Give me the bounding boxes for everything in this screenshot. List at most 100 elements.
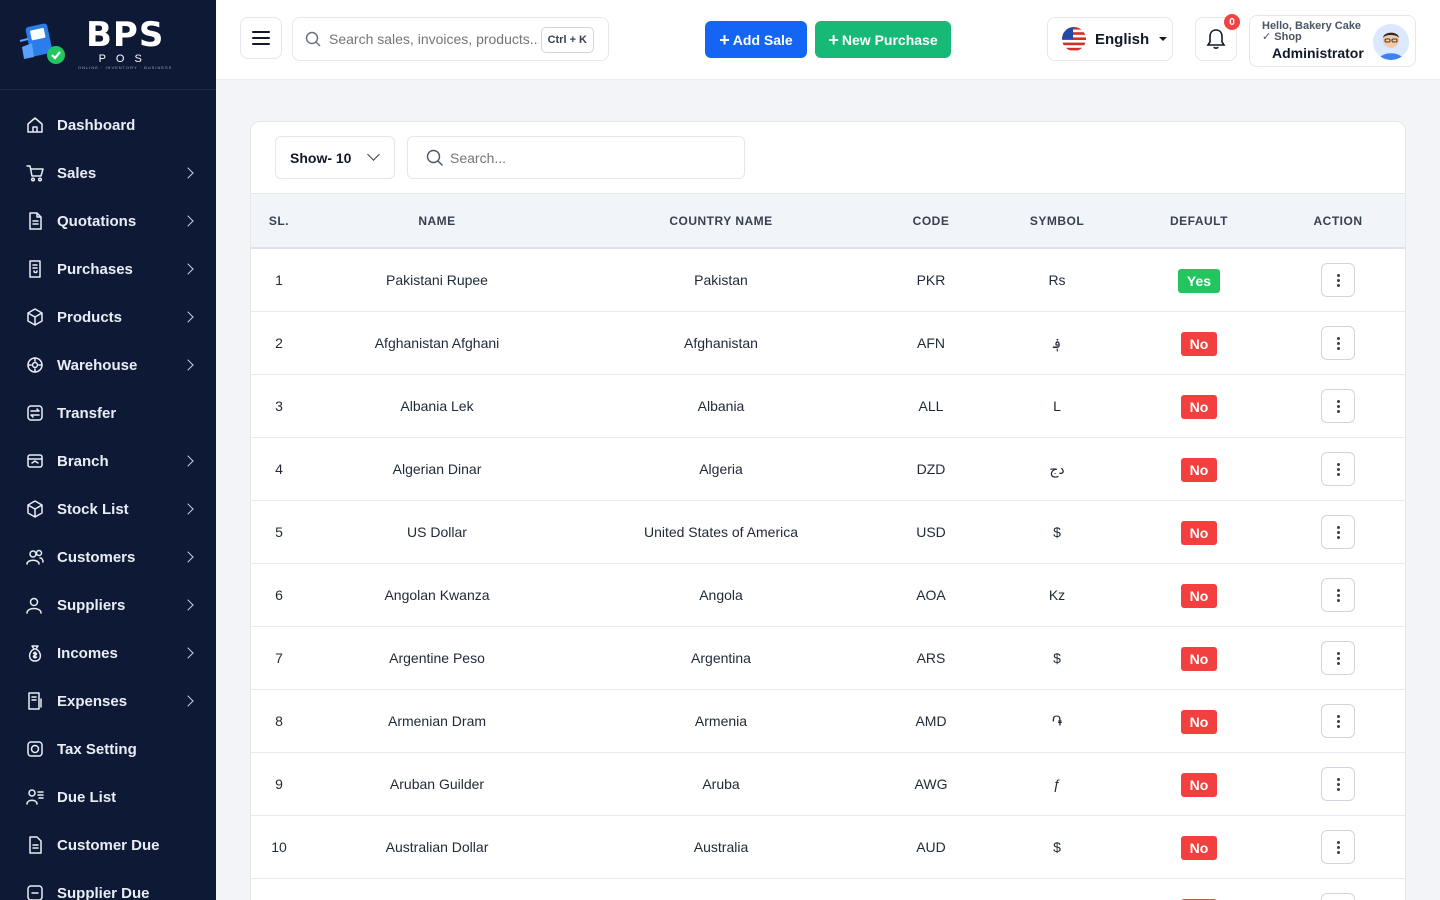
cell-symbol: Rs	[1048, 272, 1066, 288]
table-row: 5 US Dollar United States of America USD $ No	[251, 501, 1405, 564]
chevron-right-icon	[182, 263, 194, 275]
sidebar-item-customer-due[interactable]: Customer Due	[0, 821, 216, 869]
cell-code: AWG	[914, 776, 948, 792]
default-badge: No	[1180, 710, 1218, 735]
kebab-dot-icon	[1336, 651, 1340, 655]
caret-down-icon	[1159, 37, 1168, 41]
global-search: Ctrl + K	[292, 17, 609, 61]
sidebar-item-tax-setting[interactable]: Tax Setting	[0, 725, 216, 773]
sidebar-item-stock-list[interactable]: Stock List	[0, 485, 216, 533]
page-size-select[interactable]: Show- 10	[275, 136, 395, 179]
user-menu[interactable]: Hello, Bakery Cake ✓ Shop Administrator	[1249, 15, 1416, 67]
cell-name: Australian Dollar	[385, 839, 489, 855]
sidebar-item-branch[interactable]: Branch	[0, 437, 216, 485]
row-action-button[interactable]	[1321, 704, 1355, 738]
sidebar-item-incomes[interactable]: Incomes	[0, 629, 216, 677]
sidebar-item-label: Customer Due	[57, 836, 160, 854]
sidebar-item-dashboard[interactable]: Dashboard	[0, 101, 216, 149]
kebab-dot-icon	[1336, 399, 1340, 403]
row-action-button[interactable]	[1321, 389, 1355, 423]
cell-name: Afghanistan Afghani	[374, 335, 500, 351]
sidebar-item-warehouse[interactable]: Warehouse	[0, 341, 216, 389]
sidebar-item-products[interactable]: Products	[0, 293, 216, 341]
sidebar-item-sales[interactable]: Sales	[0, 149, 216, 197]
cell-country: Australia	[693, 839, 749, 855]
kebab-dot-icon	[1336, 593, 1340, 597]
sidebar-item-purchases[interactable]: Purchases	[0, 245, 216, 293]
table-row: 2 Afghanistan Afghani Afghanistan AFN ؋ No	[251, 312, 1405, 375]
cell-sl: 1	[275, 272, 283, 288]
sidebar-item-supplier-due[interactable]: Supplier Due	[0, 869, 216, 900]
sidebar-item-label: Supplier Due	[57, 884, 150, 900]
language-selector[interactable]: English	[1047, 17, 1173, 61]
kebab-dot-icon	[1336, 336, 1340, 340]
kebab-dot-icon	[1336, 472, 1340, 476]
sidebar-item-label: Branch	[57, 452, 109, 470]
cart-icon	[25, 163, 45, 183]
cell-default: No	[1149, 690, 1249, 753]
kebab-dot-icon	[1336, 535, 1340, 539]
row-action-button[interactable]	[1321, 893, 1355, 900]
chevron-right-icon	[182, 215, 194, 227]
home-icon	[25, 115, 45, 135]
language-label: English	[1095, 30, 1150, 48]
notification-count: 0	[1224, 14, 1240, 30]
sidebar-item-label: Customers	[57, 548, 136, 566]
menu-toggle-button[interactable]	[240, 17, 282, 59]
cell-code: AFN	[917, 335, 945, 351]
kebab-dot-icon	[1336, 845, 1340, 849]
column-header-country[interactable]: COUNTRY NAME	[601, 194, 841, 248]
cell-default: No	[1149, 879, 1249, 900]
cell-default: No	[1149, 627, 1249, 690]
shortcut-hint: Ctrl + K	[540, 27, 594, 53]
row-action-button[interactable]	[1321, 515, 1355, 549]
chevron-right-icon	[182, 503, 194, 515]
cell-code: AOA	[916, 587, 946, 603]
row-action-button[interactable]	[1321, 578, 1355, 612]
kebab-dot-icon	[1336, 782, 1340, 786]
row-action-button[interactable]	[1321, 641, 1355, 675]
users-icon	[25, 547, 45, 567]
column-header-default[interactable]: DEFAULT	[1149, 194, 1249, 248]
row-action-button[interactable]	[1321, 326, 1355, 360]
branch-icon	[25, 451, 45, 471]
add-sale-button[interactable]: + Add Sale	[705, 21, 807, 58]
expense-icon	[25, 691, 45, 711]
chevron-right-icon	[182, 647, 194, 659]
cell-country: Afghanistan	[684, 335, 758, 351]
add-sale-label: Add Sale	[732, 31, 793, 48]
table-body: 1 Pakistani Rupee Pakistan PKR Rs Yes 2 Afghani…	[251, 249, 1405, 900]
cell-name: Pakistani Rupee	[386, 272, 488, 288]
sidebar-item-label: Due List	[57, 788, 117, 806]
cell-symbol	[1007, 879, 1107, 900]
sidebar-item-label: Tax Setting	[57, 740, 137, 758]
global-search-input[interactable]	[329, 31, 539, 47]
kebab-dot-icon	[1336, 787, 1340, 791]
row-action-button[interactable]	[1321, 452, 1355, 486]
cell-name: US Dollar	[407, 524, 467, 540]
chevron-right-icon	[182, 551, 194, 563]
sidebar-item-expenses[interactable]: Expenses	[0, 677, 216, 725]
sidebar-item-customers[interactable]: Customers	[0, 533, 216, 581]
new-purchase-button[interactable]: + New Purchase	[815, 21, 951, 58]
sidebar-item-due-list[interactable]: Due List	[0, 773, 216, 821]
column-header-sl[interactable]: SL.	[251, 194, 307, 248]
row-action-button[interactable]	[1321, 830, 1355, 864]
sidebar-item-quotations[interactable]: Quotations	[0, 197, 216, 245]
kebab-dot-icon	[1336, 719, 1340, 723]
column-header-symbol[interactable]: SYMBOL	[1007, 194, 1107, 248]
row-action-button[interactable]	[1321, 263, 1355, 297]
cell-sl: 8	[275, 713, 283, 729]
sidebar-item-suppliers[interactable]: Suppliers	[0, 581, 216, 629]
table-search-input[interactable]	[450, 149, 730, 166]
row-action-button[interactable]	[1321, 767, 1355, 801]
kebab-dot-icon	[1336, 724, 1340, 728]
notifications-button[interactable]: 0	[1195, 14, 1240, 61]
avatar	[1373, 24, 1409, 60]
hamburger-icon	[252, 31, 270, 45]
column-header-name[interactable]: NAME	[337, 194, 537, 248]
cell-symbol: Kz	[1048, 587, 1066, 603]
column-header-code[interactable]: CODE	[881, 194, 981, 248]
brand-logo[interactable]: BPS POS ONLINE · INVENTORY · BUSINESS	[0, 0, 216, 90]
sidebar-item-transfer[interactable]: Transfer	[0, 389, 216, 437]
